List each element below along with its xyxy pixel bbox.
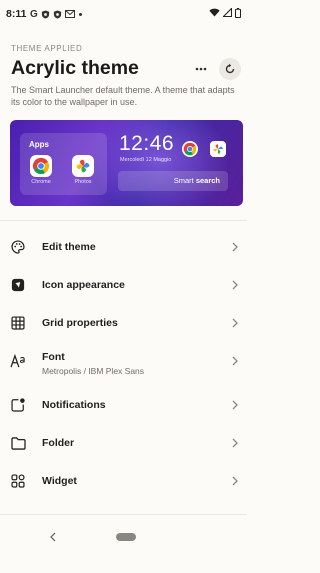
theme-preview: Apps Chrome Photos 12:46 Mercoledì 12 Ma… [10,120,243,206]
chevron-right-icon [230,399,240,411]
search-prefix: Smart [173,176,196,185]
more-options-button[interactable] [193,61,209,77]
menu-item-label: Icon appearance [42,279,125,291]
theme-description: The Smart Launcher default theme. A them… [11,85,235,107]
font-icon [10,353,26,369]
back-button[interactable] [48,531,58,543]
preview-date: Mercoledì 12 Maggio [120,157,172,163]
apps-card-title: Apps [29,140,49,149]
nav-divider [0,514,247,515]
status-bar: 8:11 G [0,0,247,28]
menu-item-label: Edit theme [42,241,96,253]
chevron-left-icon [50,532,56,542]
preview-search-bar: Smart search [118,171,228,191]
menu-item-folder[interactable]: Folder [0,426,247,460]
chevron-right-icon [230,241,240,253]
chevron-right-icon [230,475,240,487]
menu-item-label: Font [42,351,65,363]
more-dots-icon [195,67,207,71]
grid-icon [10,315,26,331]
chrome-icon [182,141,198,157]
preview-search-text: Smart search [174,176,220,185]
menu-item-label: Widget [42,475,77,487]
section-divider [0,220,247,221]
refresh-icon [225,63,235,74]
menu-item-label: Notifications [42,399,106,411]
notification-badge-icon [10,397,26,413]
reset-theme-button[interactable] [219,58,241,80]
menu-item-edit-theme[interactable]: Edit theme [0,230,247,264]
shield-icon [41,9,50,19]
photos-icon [210,141,226,157]
widget-icon [10,473,26,489]
search-bold: search [195,176,220,185]
wifi-icon [209,8,220,20]
chrome-icon [30,155,52,177]
page-title: Acrylic theme [11,57,139,79]
menu-item-icon-appearance[interactable]: Icon appearance [0,268,247,302]
menu-item-font[interactable]: Font Metropolis / IBM Plex Sans [0,344,247,384]
menu-item-grid-properties[interactable]: Grid properties [0,306,247,340]
folder-icon [10,435,26,451]
google-icon: G [30,8,38,20]
signal-icon [222,7,233,20]
more-notifications-dot [79,12,83,16]
chevron-right-icon [230,317,240,329]
gmail-icon [65,9,76,19]
photos-icon [72,155,94,177]
preview-clock: 12:46 [119,132,175,155]
menu-item-label: Grid properties [42,317,118,329]
battery-icon [235,7,241,21]
home-gesture-pill[interactable] [116,533,136,541]
menu-item-widget[interactable]: Widget [0,464,247,498]
menu-item-sublabel: Metropolis / IBM Plex Sans [42,366,145,376]
chevron-right-icon [230,437,240,449]
apps-card: Apps Chrome Photos [20,133,107,195]
app-label: Chrome [31,179,51,185]
menu-item-label: Folder [42,437,75,449]
shield-icon [53,9,62,19]
icon-shape-icon [10,277,26,293]
chevron-right-icon [230,355,240,367]
status-time: 8:11 [6,8,27,20]
menu-item-notifications[interactable]: Notifications [0,388,247,422]
chevron-right-icon [230,279,240,291]
theme-applied-kicker: THEME APPLIED [11,44,83,53]
palette-icon [10,239,26,255]
app-label: Photos [74,179,92,185]
